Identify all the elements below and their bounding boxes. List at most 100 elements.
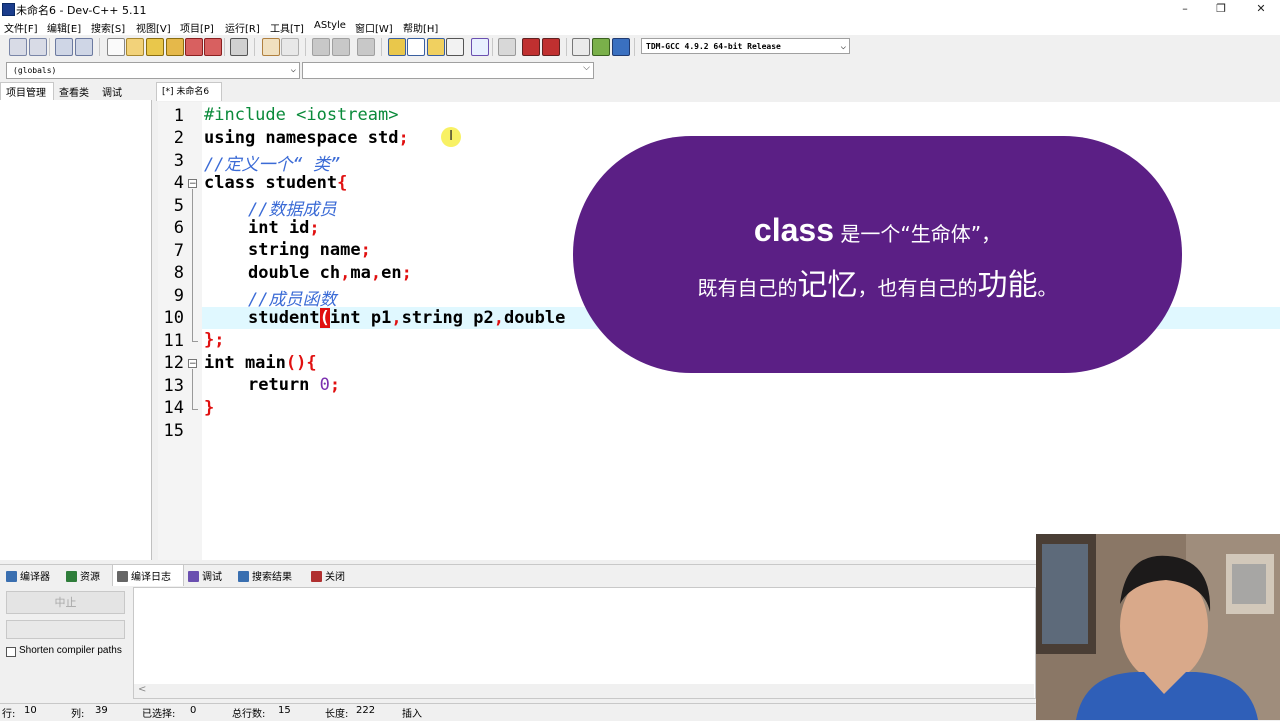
tab-debug-output[interactable]: 调试 — [188, 568, 222, 583]
compile-log-area[interactable] — [133, 587, 1036, 699]
fold-toggle-icon[interactable]: − — [188, 359, 197, 369]
toolbar-divider — [492, 38, 493, 56]
code-line-8: double ch,ma,en; — [248, 263, 412, 283]
line-number: 7 — [173, 241, 184, 261]
chevron-down-icon: ⌵ — [290, 65, 296, 75]
menu-astyle[interactable]: AStyle — [314, 20, 346, 31]
code-line-9: //成员函数 — [248, 290, 337, 310]
toolbar-divider — [254, 38, 255, 56]
chart-icon[interactable] — [522, 38, 540, 56]
scope-select-value: (globals) — [13, 66, 57, 75]
line-number: 13 — [163, 376, 184, 396]
project-panel — [0, 100, 152, 560]
menu-edit[interactable]: 编辑[E] — [47, 20, 81, 35]
tab-compile-log[interactable]: 编译日志 — [117, 568, 171, 583]
line-number: 3 — [173, 151, 184, 171]
toolbar-divider — [224, 38, 225, 56]
new-project-icon[interactable] — [9, 38, 27, 56]
compile-progress — [6, 620, 125, 639]
unindent-icon[interactable] — [332, 38, 350, 56]
print-icon[interactable] — [230, 38, 248, 56]
compile-run-icon[interactable] — [427, 38, 445, 56]
code-line-13: return 0; — [248, 375, 341, 395]
code-line-5: //数据成员 — [248, 200, 337, 220]
close-window-button[interactable]: ✕ — [1238, 1, 1280, 17]
tab-close[interactable]: 关闭 — [311, 568, 345, 583]
bookmark-icon[interactable] — [357, 38, 375, 56]
shorten-paths-checkbox[interactable] — [6, 647, 16, 657]
webcam-video — [1036, 534, 1280, 720]
search-icon — [238, 571, 249, 582]
open-file-icon[interactable] — [126, 38, 144, 56]
split-view-icon[interactable] — [75, 38, 93, 56]
code-line-1: #include <iostream> — [204, 105, 399, 125]
menu-tools[interactable]: 工具[T] — [270, 20, 304, 35]
check-icon — [188, 571, 199, 582]
menu-help[interactable]: 帮助[H] — [403, 20, 438, 35]
compiler-select[interactable]: TDM-GCC 4.9.2 64-bit Release ⌵ — [641, 38, 850, 54]
menu-project[interactable]: 项目[P] — [180, 20, 214, 35]
line-number: 15 — [163, 421, 184, 441]
menu-search[interactable]: 搜索[S] — [91, 20, 125, 35]
log-horizontal-scrollbar[interactable]: < — [134, 684, 1034, 698]
compiler-icon — [6, 571, 17, 582]
menu-view[interactable]: 视图[V] — [136, 20, 171, 35]
menu-run[interactable]: 运行[R] — [225, 20, 260, 35]
resources-icon — [66, 571, 77, 582]
debug-icon[interactable] — [542, 38, 560, 56]
info-icon[interactable] — [612, 38, 630, 56]
tab-resources[interactable]: 资源 — [66, 568, 100, 583]
line-number: 5 — [173, 196, 184, 216]
save-all-icon[interactable] — [166, 38, 184, 56]
tab-compiler[interactable]: 编译器 — [6, 568, 50, 583]
chevron-down-icon: ⌵ — [840, 42, 846, 52]
check-syntax-icon[interactable] — [471, 38, 489, 56]
line-number: 14 — [163, 398, 184, 418]
tab-project-manager[interactable]: 项目管理 — [6, 84, 46, 99]
line-number: 2 — [173, 128, 184, 148]
tab-class-browser[interactable]: 查看类 — [59, 84, 89, 99]
status-row-label: 行: — [2, 709, 16, 720]
scroll-left-icon[interactable]: < — [138, 684, 146, 695]
bracket-match: ( — [319, 308, 330, 328]
stop-button[interactable]: 中止 — [6, 591, 125, 614]
add-watch-icon[interactable] — [592, 38, 610, 56]
menu-window[interactable]: 窗口[W] — [355, 20, 393, 35]
goto-icon[interactable] — [572, 38, 590, 56]
save-icon[interactable] — [146, 38, 164, 56]
redo-icon[interactable] — [281, 38, 299, 56]
text-cursor-icon: I — [441, 127, 461, 147]
window-title: 未命名6 - Dev-C++ 5.11 — [16, 4, 147, 17]
tab-debug[interactable]: 调试 — [102, 84, 122, 99]
tab-search-results[interactable]: 搜索结果 — [238, 568, 292, 583]
status-row: 10 — [24, 705, 37, 716]
open-project-icon[interactable] — [29, 38, 47, 56]
compile-icon[interactable] — [388, 38, 406, 56]
code-line-4: class student{ — [204, 173, 348, 193]
class-browser-icon[interactable] — [55, 38, 73, 56]
toolbar-divider — [634, 38, 635, 56]
line-number: 10 — [163, 308, 184, 328]
caption-line-1: class 是一个“生命体”， — [753, 212, 1002, 248]
editor-tab-label: [*] 未命名6 — [162, 87, 210, 97]
scope-select[interactable]: (globals) ⌵ — [6, 62, 300, 79]
close-file-icon[interactable] — [185, 38, 203, 56]
run-icon[interactable] — [407, 38, 425, 56]
rebuild-icon[interactable] — [446, 38, 464, 56]
indent-icon[interactable] — [312, 38, 330, 56]
menu-file[interactable]: 文件[F] — [4, 20, 38, 35]
status-total-label: 总行数: — [232, 709, 266, 720]
compiler-select-value: TDM-GCC 4.9.2 64-bit Release — [646, 42, 781, 51]
line-number: 12 — [163, 353, 184, 373]
toolbar-divider — [566, 38, 567, 56]
log-icon — [117, 571, 128, 582]
fold-toggle-icon[interactable]: − — [188, 179, 197, 189]
status-sel-label: 已选择: — [142, 709, 176, 720]
status-len: 222 — [356, 705, 376, 716]
new-file-icon[interactable] — [107, 38, 125, 56]
undo-icon[interactable] — [262, 38, 280, 56]
stop-execution-icon[interactable] — [498, 38, 516, 56]
fold-end — [192, 409, 198, 410]
close-all-icon[interactable] — [204, 38, 222, 56]
member-select[interactable]: ⌵ — [302, 62, 594, 79]
